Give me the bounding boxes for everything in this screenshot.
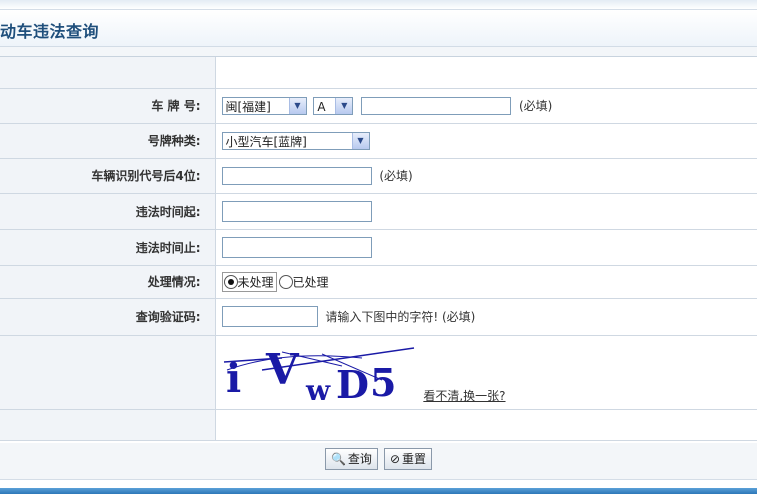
- empty-row-top: [0, 57, 757, 89]
- plate-type-select[interactable]: 小型汽车[蓝牌] ▼: [221, 131, 370, 150]
- end-time-label: 违法时间止:: [0, 229, 216, 266]
- status-row: 处理情况: 未处理 已处理: [0, 265, 757, 299]
- captcha-image-row: i V w D 5 看不清,换一张?: [0, 335, 757, 410]
- status-unprocessed-label: 未处理: [237, 275, 274, 289]
- vin-required-hint: (必填): [379, 169, 413, 183]
- province-select[interactable]: 闽[福建] ▼: [221, 96, 307, 115]
- button-row: 🔍 查询 ⊘ 重置: [0, 443, 757, 480]
- query-button-label: 查询: [347, 452, 372, 466]
- status-processed-option[interactable]: 已处理: [277, 272, 332, 292]
- svg-text:V: V: [265, 345, 300, 394]
- search-icon: 🔍: [330, 452, 346, 466]
- svg-text:D: D: [336, 362, 369, 404]
- plate-label: 车 牌 号:: [0, 88, 216, 124]
- chevron-down-icon: ▼: [288, 97, 306, 114]
- chevron-down-icon: ▼: [335, 97, 353, 114]
- svg-text:5: 5: [370, 360, 396, 404]
- end-time-input[interactable]: [221, 236, 372, 258]
- svg-text:w: w: [305, 374, 331, 404]
- vin-input[interactable]: [221, 166, 372, 185]
- bottom-stripe: [0, 488, 757, 494]
- captcha-hint: 请输入下图中的字符! (必填): [325, 310, 476, 324]
- radio-unchecked-icon[interactable]: [278, 275, 293, 289]
- reset-button-label: 重置: [402, 452, 427, 466]
- no-icon: ⊘: [389, 452, 400, 466]
- title-bar: 动车违法查询: [0, 10, 757, 47]
- plate-type-label: 号牌种类:: [0, 123, 216, 159]
- reset-button[interactable]: ⊘ 重置: [383, 448, 433, 470]
- query-form: 车 牌 号: 闽[福建] ▼ A ▼ (必填) 号牌种类: 小型汽车[蓝牌] ▼…: [0, 57, 757, 441]
- status-label: 处理情况:: [0, 265, 216, 299]
- radio-checked-icon[interactable]: [223, 275, 238, 289]
- status-processed-label: 已处理: [292, 275, 329, 289]
- svg-text:i: i: [226, 355, 241, 402]
- header-separator: [0, 47, 757, 57]
- plate-type-row: 号牌种类: 小型汽车[蓝牌] ▼: [0, 123, 757, 159]
- end-time-row: 违法时间止:: [0, 229, 757, 266]
- start-time-row: 违法时间起:: [0, 193, 757, 230]
- captcha-input-row: 查询验证码: 请输入下图中的字符! (必填): [0, 298, 757, 336]
- vin-row: 车辆识别代号后4位: (必填): [0, 158, 757, 194]
- captcha-refresh-link[interactable]: 看不清,换一张?: [423, 389, 505, 403]
- captcha-input[interactable]: [221, 306, 318, 327]
- captcha-label: 查询验证码:: [0, 298, 216, 336]
- plate-letter-value: A: [317, 99, 326, 114]
- province-select-value: 闽[福建]: [225, 99, 271, 114]
- plate-number-input[interactable]: [361, 96, 512, 115]
- status-unprocessed-option[interactable]: 未处理: [221, 271, 277, 292]
- empty-row-bottom: [0, 409, 757, 441]
- vin-label: 车辆识别代号后4位:: [0, 158, 216, 194]
- plate-row: 车 牌 号: 闽[福建] ▼ A ▼ (必填): [0, 88, 757, 124]
- captcha-image: i V w D 5: [223, 345, 414, 407]
- plate-type-value: 小型汽车[蓝牌]: [225, 134, 307, 149]
- plate-required-hint: (必填): [518, 99, 553, 113]
- chevron-down-icon: ▼: [351, 132, 369, 149]
- plate-letter-select[interactable]: A ▼: [313, 96, 354, 115]
- top-strip: [0, 0, 757, 10]
- page-title: 动车违法查询: [0, 22, 100, 41]
- start-time-label: 违法时间起:: [0, 193, 216, 230]
- query-button[interactable]: 🔍 查询: [324, 448, 378, 470]
- start-time-input[interactable]: [221, 200, 372, 222]
